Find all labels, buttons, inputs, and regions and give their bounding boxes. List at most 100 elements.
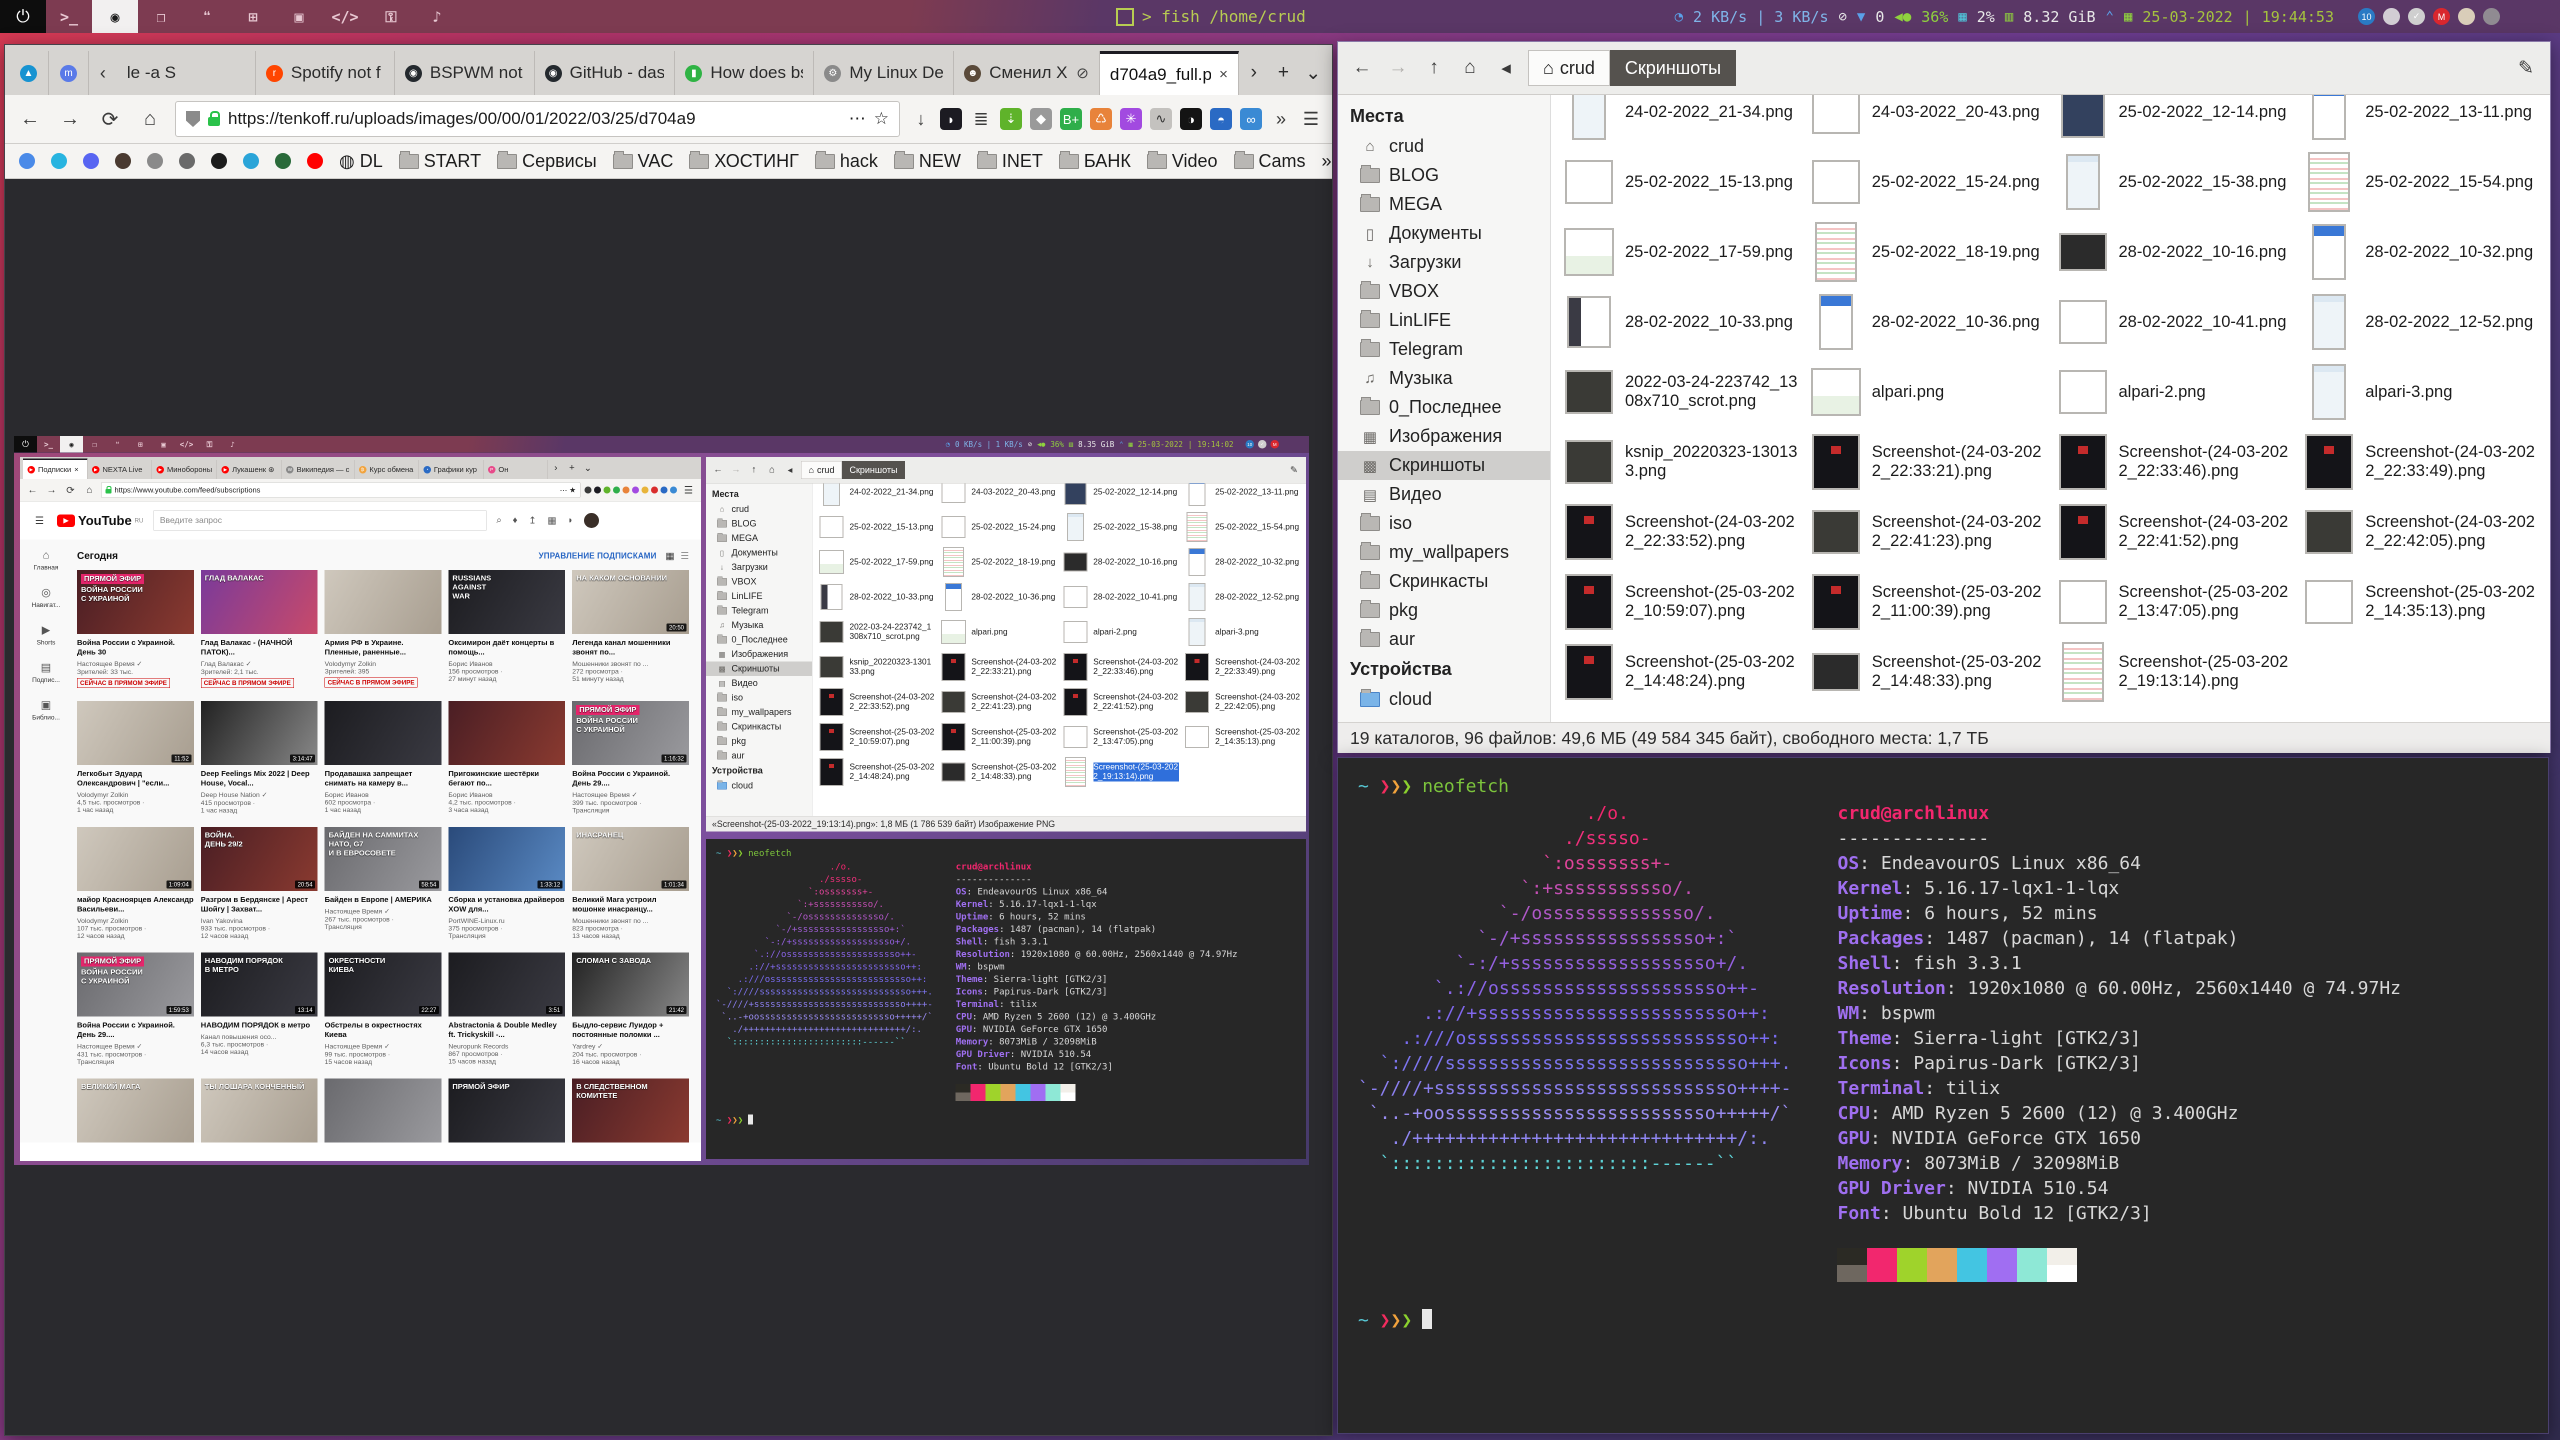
file-item[interactable]: 25-02-2022_18-19.png (937, 545, 1059, 580)
file-item[interactable]: 25-02-2022_15-38.png (1059, 510, 1181, 545)
bookmark-item-6[interactable] (211, 153, 227, 169)
workspace-key-workspace[interactable]: ⚿ (198, 436, 221, 453)
fm-file-area[interactable]: 24-02-2022_21-34.png24-03-2022_20-43.png… (1551, 95, 2550, 722)
video-download-helper-icon[interactable]: ⇣ (1000, 108, 1022, 130)
file-item[interactable]: 28-02-2022_10-41.png (2051, 287, 2298, 357)
extension-icon[interactable] (651, 487, 658, 494)
forward-icon[interactable]: → (44, 484, 59, 496)
sidebar-item-VBOX[interactable]: VBOX (706, 575, 812, 590)
file-item[interactable]: alpari-3.png (2297, 357, 2544, 427)
back-icon[interactable]: ← (25, 484, 40, 496)
sidebar-item-my_wallpapers[interactable]: my_wallpapers (1338, 538, 1550, 567)
new-tab-icon[interactable]: + (564, 457, 580, 479)
bookmark-item-9[interactable] (307, 153, 323, 169)
home-icon[interactable]: ⌂ (135, 108, 165, 131)
bookmark-item-Cams[interactable]: Cams (1234, 151, 1306, 172)
extension-icon[interactable] (670, 487, 677, 494)
sidebar-item-iso[interactable]: iso (1338, 509, 1550, 538)
fm-file-area[interactable]: 24-02-2022_21-34.png24-03-2022_20-43.png… (813, 484, 1307, 817)
mega-tray-icon[interactable]: M (1271, 440, 1280, 449)
video-card[interactable]: Продавашка запрещает снимать на камеру в… (325, 701, 442, 814)
breadcrumb-crud[interactable]: ⌂crud (801, 461, 842, 479)
lightbulb-tray-icon[interactable] (2458, 8, 2475, 25)
video-card[interactable]: БАЙДЕН НА САММИТАХНАТО, G7И В ЕВРОСОВЕТЕ… (325, 827, 442, 940)
url-text[interactable]: https://tenkoff.ru/uploads/images/00/00/… (228, 109, 841, 129)
file-item[interactable]: 25-02-2022_15-24.png (1804, 147, 2051, 217)
sidebar-item-Telegram[interactable]: Telegram (1338, 335, 1550, 364)
file-item[interactable]: 28-02-2022_10-32.png (1181, 545, 1303, 580)
video-thumbnail[interactable]: ПРЯМОЙ ЭФИР (448, 1079, 565, 1143)
nested-tab[interactable]: ▶Лукашенк ⊛ (217, 460, 282, 479)
workspace-image-workspace[interactable]: ▣ (276, 0, 322, 33)
nested-tab[interactable]: ▶NEXTA Live (88, 460, 153, 479)
extension-icon[interactable] (623, 487, 630, 494)
adblock-face-icon[interactable]: ◑ (1180, 108, 1202, 130)
workspace-firefox-workspace[interactable]: ◉ (60, 436, 83, 453)
sidebar-item-Загрузки[interactable]: ↓Загрузки (706, 560, 812, 575)
volume-icon[interactable]: ◀● (1037, 440, 1045, 448)
list-view-icon[interactable]: ☰ (680, 551, 689, 563)
menu-icon[interactable]: ☰ (32, 514, 47, 527)
file-item[interactable]: Screenshot-(24-03-2022_22:42:05).png (1181, 685, 1303, 720)
nested-tab[interactable]: ▶Минобороны (152, 460, 217, 479)
file-item[interactable]: Screenshot-(25-03-2022_19:13:14).png (1059, 755, 1181, 790)
manage-subscriptions-link[interactable]: УПРАВЛЕНИЕ ПОДПИСКАМИ (539, 552, 657, 561)
extension-icon[interactable] (613, 487, 620, 494)
extension-icon[interactable] (585, 487, 592, 494)
home-icon[interactable]: ⌂ (1456, 57, 1484, 79)
tab-1[interactable]: rSpotify not f (256, 51, 395, 95)
breadcrumb-prev-icon[interactable]: ◂ (783, 464, 797, 476)
extension-icon[interactable] (661, 487, 668, 494)
file-item[interactable]: alpari-2.png (2051, 357, 2298, 427)
list-tabs-icon[interactable]: ⌄ (1298, 51, 1328, 95)
workspace-files-workspace[interactable]: ❐ (138, 0, 184, 33)
violentmonkey-icon[interactable]: ✳ (1120, 108, 1142, 130)
home-icon[interactable]: ⌂ (82, 484, 97, 496)
video-thumbnail[interactable] (325, 1079, 442, 1143)
volume-level[interactable]: 36% (1050, 440, 1064, 449)
avatar[interactable] (584, 513, 599, 528)
file-item[interactable]: 25-02-2022_18-19.png (1804, 217, 2051, 287)
sidebar-item-BLOG[interactable]: BLOG (706, 517, 812, 532)
sidebar-item-LinLIFE[interactable]: LinLIFE (706, 589, 812, 604)
file-item[interactable]: 24-02-2022_21-34.png (1557, 95, 1804, 147)
video-card[interactable]: НАВОДИМ ПОРЯДОКВ МЕТРО13:14НАВОДИМ ПОРЯД… (201, 953, 318, 1066)
file-item[interactable]: 25-02-2022_13-11.png (2297, 95, 2544, 147)
up-icon[interactable]: ↑ (1420, 57, 1448, 79)
breadcrumb-prev-icon[interactable]: ◂ (1492, 57, 1520, 80)
workspace-windows-workspace[interactable]: ⊞ (230, 0, 276, 33)
menu-icon[interactable]: ☰ (1300, 108, 1322, 130)
shield-check-tray-icon[interactable]: ✓ (1258, 440, 1267, 449)
video-card[interactable]: Армия РФ в Украине. Пленные, раненные...… (325, 570, 442, 688)
video-card[interactable]: ПРЯМОЙ ЭФИРВОЙНА РОССИИС УКРАИНОЙ1:59:53… (77, 953, 194, 1066)
nested-tab[interactable]: ₿Курс обмена (354, 460, 419, 479)
file-item[interactable]: Screenshot-(24-03-2022_22:41:23).png (937, 685, 1059, 720)
power-icon[interactable]: ⏻ (14, 436, 37, 453)
bookmark-item-INET[interactable]: INET (977, 151, 1043, 172)
download-icon[interactable]: ↓ (910, 108, 932, 130)
shield-gray-icon[interactable]: ◆ (1030, 108, 1052, 130)
extension-icon[interactable] (642, 487, 649, 494)
file-item[interactable]: ksnip_20220323-130133.png (1557, 427, 1804, 497)
volume-icon[interactable]: ◀● (1894, 9, 1911, 25)
sidebar-item-MEGA[interactable]: MEGA (706, 531, 812, 546)
nested-tab[interactable]: PОн (483, 460, 548, 479)
search-input[interactable]: Введите запрос (153, 511, 486, 531)
video-card[interactable]: 1:33:12Сборка и установка драйверов XOW … (448, 827, 565, 940)
file-item[interactable]: 28-02-2022_12-52.png (1181, 580, 1303, 615)
file-item[interactable]: Screenshot-(25-03-2022_11:00:39).png (937, 720, 1059, 755)
tab-4[interactable]: ▮How does bs (675, 51, 814, 95)
file-item[interactable]: Screenshot-(24-03-2022_22:33:46).png (1059, 650, 1181, 685)
extension-icon[interactable] (632, 487, 639, 494)
sidebar-item-Изображения[interactable]: ▦Изображения (1338, 422, 1550, 451)
video-card[interactable]: ИНАСРАНЕЦ1:01:34Великий Мага устроил мош… (572, 827, 689, 940)
file-item[interactable]: 28-02-2022_10-36.png (937, 580, 1059, 615)
network-tray-icon[interactable] (2483, 8, 2500, 25)
file-item[interactable]: 24-03-2022_20-43.png (937, 484, 1059, 510)
bookmark-item-7[interactable] (243, 153, 259, 169)
workspace-windows-workspace[interactable]: ⊞ (129, 436, 152, 453)
file-item[interactable]: 25-02-2022_15-24.png (937, 510, 1059, 545)
sidebar-item-pkg[interactable]: pkg (706, 734, 812, 749)
sidebar-item-MEGA[interactable]: MEGA (1338, 190, 1550, 219)
sidebar-item-Видео[interactable]: ▤Видео (1338, 480, 1550, 509)
